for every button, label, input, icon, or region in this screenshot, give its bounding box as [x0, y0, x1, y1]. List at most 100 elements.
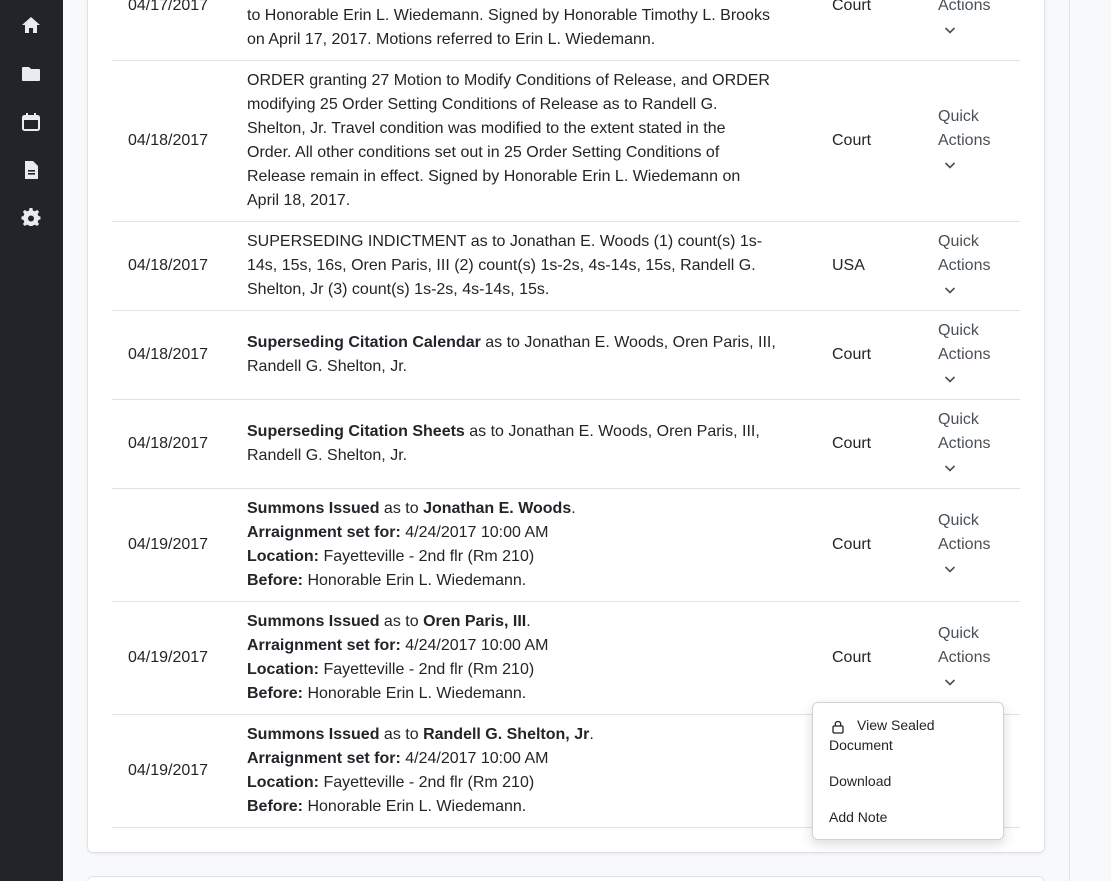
arraignment-value: 4/24/2017 10:00 AM: [400, 524, 549, 541]
description-text: as to Jonathan E. Woods, Oren Paris, III…: [464, 423, 760, 440]
entry-date: 04/18/2017: [128, 132, 209, 149]
description-bold: Superseding Citation Sheets: [247, 423, 465, 440]
quick-actions-button[interactable]: Quick Actions: [938, 622, 1008, 688]
before-label: Before:: [247, 685, 304, 702]
menu-item-label: Document: [829, 737, 893, 753]
calendar-icon[interactable]: [21, 112, 41, 132]
quick-actions-button[interactable]: Quick Actions: [938, 408, 1008, 474]
before-label: Before:: [247, 798, 304, 815]
description-bold: Superseding Citation Calendar: [247, 334, 481, 351]
chevron-down-icon: [944, 566, 956, 573]
divider: [1069, 0, 1070, 881]
location-value: Fayetteville - 2nd flr (Rm 210): [319, 548, 535, 565]
quick-actions-button[interactable]: Actions: [938, 0, 1008, 36]
description-line: Randell G. Shelton, Jr.: [247, 358, 408, 375]
location-label: Location:: [247, 661, 319, 678]
description-line: Summons Issued as to Jonathan E. Woods.: [247, 500, 576, 517]
entry-date: 04/18/2017: [128, 257, 209, 274]
location-value: Fayetteville - 2nd flr (Rm 210): [319, 774, 535, 791]
table-row: 04/19/2017 Summons Issued as to Jonathan…: [112, 489, 1020, 602]
entry-date: 04/19/2017: [128, 649, 209, 666]
quick-actions-label: Actions: [938, 346, 991, 363]
entry-date: 04/18/2017: [128, 435, 209, 452]
quick-actions-button[interactable]: Quick Actions: [938, 230, 1008, 296]
quick-actions-label: Quick: [938, 625, 979, 642]
table-row: 04/17/2017 to Honorable Erin L. Wiedeman…: [112, 0, 1020, 61]
table-row: 04/18/2017 ORDER granting 27 Motion to M…: [112, 61, 1020, 222]
description-line: Arraignment set for: 4/24/2017 10:00 AM: [247, 521, 807, 545]
chevron-down-icon: [944, 465, 956, 472]
quick-actions-button[interactable]: Quick Actions: [938, 509, 1008, 575]
add-note-item[interactable]: Add Note: [829, 807, 887, 827]
description-line: modifying 25 Order Setting Conditions of…: [247, 96, 718, 113]
description-line: on April 17, 2017. Motions referred to E…: [247, 31, 656, 48]
defendant-name: Oren Paris, III: [423, 613, 527, 630]
description-line: Arraignment set for: 4/24/2017 10:00 AM: [247, 747, 807, 771]
quick-actions-button[interactable]: Quick Actions: [938, 319, 1008, 385]
entry-date: 04/19/2017: [128, 762, 209, 779]
document-icon[interactable]: [21, 160, 41, 180]
description-line: Location: Fayetteville - 2nd flr (Rm 210…: [247, 771, 807, 795]
entry-description: SUPERSEDING INDICTMENT as to Jonathan E.…: [247, 230, 807, 302]
description-line: Before: Honorable Erin L. Wiedemann.: [247, 795, 807, 819]
entry-date: 04/18/2017: [128, 346, 209, 363]
description-line: Release remain in effect. Signed by Hono…: [247, 168, 741, 185]
summons-label: Summons Issued: [247, 726, 380, 743]
next-card: [87, 876, 1045, 881]
quick-actions-label: Quick: [938, 108, 979, 125]
summons-label: Summons Issued: [247, 500, 380, 517]
home-icon[interactable]: [21, 15, 41, 35]
location-label: Location:: [247, 774, 319, 791]
quick-actions-label: Quick: [938, 411, 979, 428]
quick-actions-button[interactable]: Quick Actions: [938, 105, 1008, 171]
description-line: Arraignment set for: 4/24/2017 10:00 AM: [247, 634, 807, 658]
entry-date: 04/17/2017: [128, 0, 209, 14]
before-value: Honorable Erin L. Wiedemann.: [303, 685, 527, 702]
quick-actions-label: Quick: [938, 322, 979, 339]
table-row: 04/18/2017 Superseding Citation Calendar…: [112, 311, 1020, 400]
quick-actions-label: Actions: [938, 649, 991, 666]
folder-icon[interactable]: [21, 64, 41, 84]
chevron-down-icon: [944, 27, 956, 34]
table-row: 04/18/2017 SUPERSEDING INDICTMENT as to …: [112, 222, 1020, 311]
description-line: Superseding Citation Calendar as to Jona…: [247, 331, 807, 355]
description-line: Randell G. Shelton, Jr.: [247, 447, 408, 464]
entry-filer: USA: [832, 257, 865, 274]
summons-label: Summons Issued: [247, 613, 380, 630]
entry-filer: Court: [832, 649, 872, 666]
entry-description: Summons Issued as to Oren Paris, III. Ar…: [247, 610, 807, 706]
arraignment-value: 4/24/2017 10:00 AM: [400, 750, 549, 767]
description-text: as to: [379, 613, 424, 630]
arraignment-value: 4/24/2017 10:00 AM: [400, 637, 549, 654]
entry-description: Summons Issued as to Randell G. Shelton,…: [247, 723, 807, 819]
quick-actions-label: Actions: [938, 536, 991, 553]
table-row: 04/18/2017 Superseding Citation Sheets a…: [112, 400, 1020, 489]
entry-filer: Court: [832, 346, 872, 363]
entry-filer: Court: [832, 132, 872, 149]
defendant-name: Jonathan E. Woods: [423, 500, 572, 517]
description-line: ORDER granting 27 Motion to Modify Condi…: [247, 72, 770, 89]
location-label: Location:: [247, 548, 319, 565]
description-line: Shelton, Jr (3) count(s) 1s-2s, 4s-14s, …: [247, 281, 550, 298]
before-value: Honorable Erin L. Wiedemann.: [303, 572, 527, 589]
description-line: Order. All other conditions set out in 2…: [247, 144, 720, 161]
description-line: SUPERSEDING INDICTMENT as to Jonathan E.…: [247, 233, 763, 250]
gear-icon[interactable]: [21, 208, 41, 228]
description-line: Superseding Citation Sheets as to Jonath…: [247, 420, 807, 444]
chevron-down-icon: [944, 376, 956, 383]
entry-filer: Court: [832, 536, 872, 553]
description-line: 14s, 15s, 16s, Oren Paris, III (2) count…: [247, 257, 756, 274]
entry-description: ORDER granting 27 Motion to Modify Condi…: [247, 69, 807, 213]
download-item[interactable]: Download: [829, 771, 891, 791]
chevron-down-icon: [944, 162, 956, 169]
quick-actions-menu: View Sealed Document Download Add Note: [812, 702, 1004, 840]
description-line: Shelton, Jr. Travel condition was modifi…: [247, 120, 726, 137]
description-line: Summons Issued as to Randell G. Shelton,…: [247, 726, 594, 743]
description-text: as to Jonathan E. Woods, Oren Paris, III…: [480, 334, 776, 351]
view-sealed-document-item[interactable]: View Sealed Document: [829, 715, 989, 755]
description-line: Before: Honorable Erin L. Wiedemann.: [247, 682, 807, 706]
description-line: April 18, 2017.: [247, 192, 351, 209]
table-row: 04/19/2017 Summons Issued as to Oren Par…: [112, 602, 1020, 715]
entry-description: Summons Issued as to Jonathan E. Woods. …: [247, 497, 807, 593]
entry-filer: Court: [832, 435, 872, 452]
